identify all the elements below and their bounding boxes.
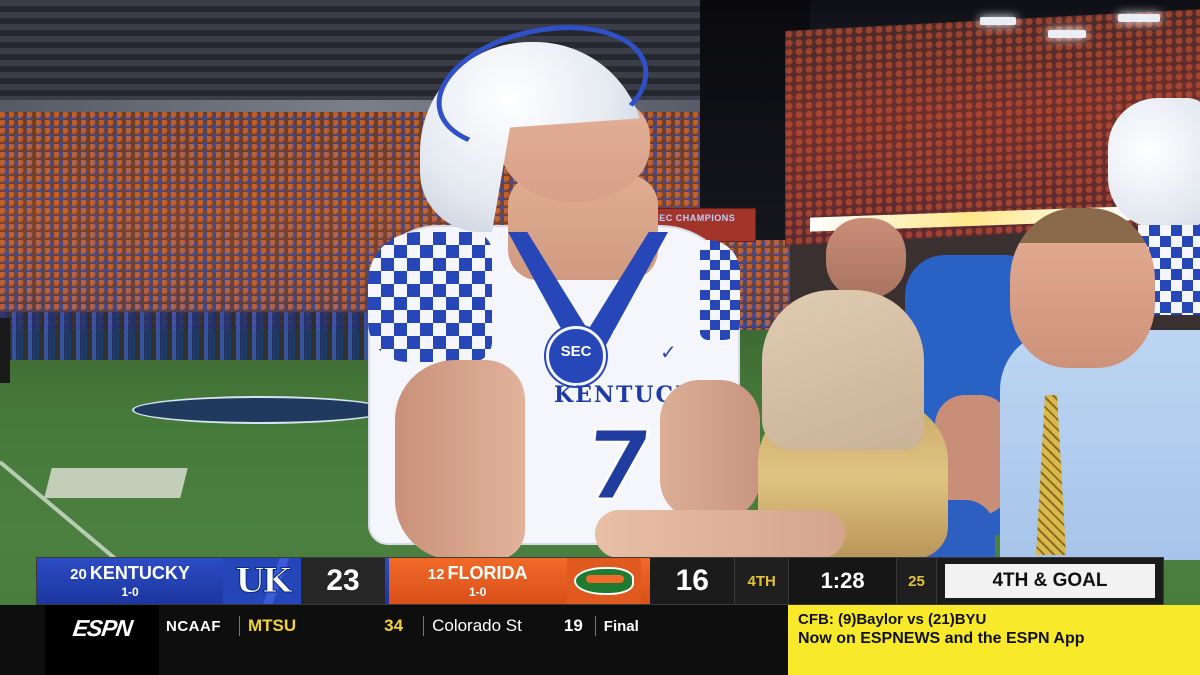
home-team: 12 FLORIDA 1-0 — [388, 558, 651, 604]
home-team-name: FLORIDA — [447, 563, 528, 583]
yard-number — [44, 468, 188, 498]
ticker-status: Final — [603, 617, 639, 635]
staff-head — [826, 218, 906, 298]
home-score: 16 — [650, 558, 735, 604]
player-arm — [660, 380, 760, 520]
teammate-helmet — [1108, 98, 1200, 228]
ticker-league: NCAAF — [166, 617, 221, 635]
away-team-name: KENTUCKY — [89, 563, 190, 583]
network-logo-box: ESPN — [45, 605, 159, 675]
jersey-sleeve — [700, 240, 740, 340]
quarter: 4TH — [734, 558, 789, 604]
home-team-rank: 12 — [427, 566, 445, 583]
play-clock: 25 — [896, 558, 936, 604]
swoosh-icon: ✓ — [660, 342, 677, 364]
sideline-team — [0, 312, 370, 360]
promo-panel: CFB: (9)Baylor vs (21)BYU Now on ESPNEWS… — [788, 605, 1200, 675]
promo-title: CFB: (9)Baylor vs (21)BYU — [798, 611, 987, 628]
gator-icon — [573, 567, 634, 595]
away-team-line: 20 KENTUCKY — [70, 563, 190, 584]
stadium-light — [1118, 14, 1160, 22]
home-team-info: 12 FLORIDA 1-0 — [389, 563, 567, 599]
away-team-rank: 20 — [70, 566, 87, 583]
ticker-team2: Colorado St — [432, 616, 522, 635]
ticker-score1: 34 — [384, 616, 404, 635]
jersey-sleeve — [368, 232, 492, 362]
away-team-info: 20 KENTUCKY 1-0 — [37, 563, 223, 599]
kentucky-logo: UK — [223, 558, 301, 604]
scorebug: 20 KENTUCKY 1-0 UK 23 12 FLORIDA 1-0 16 4T… — [36, 557, 1164, 605]
florida-gator-logo — [566, 558, 641, 604]
jersey-number: 7 — [578, 409, 660, 524]
promo-subtitle: Now on ESPNEWS and the ESPN App — [798, 630, 1085, 647]
ticker-divider — [239, 616, 240, 636]
chest-logo: UK — [612, 328, 638, 348]
home-team-record: 1-0 — [468, 585, 487, 599]
ticker-divider — [594, 616, 596, 636]
midfield-logo — [132, 396, 388, 424]
home-team-line: 12 FLORIDA — [428, 563, 528, 584]
away-team: 20 KENTUCKY 1-0 UK 23 — [37, 558, 389, 604]
stadium-light — [980, 17, 1016, 25]
sideline-person — [0, 318, 10, 383]
away-score: 23 — [301, 558, 385, 604]
down-distance-panel: 4TH & GOAL — [935, 558, 1163, 604]
trainer-hand — [595, 510, 845, 558]
ticker-divider — [423, 616, 425, 636]
game-clock: 1:28 — [788, 558, 897, 604]
ticker-line: NCAAF MTSU 34 Colorado St 19 Final — [166, 611, 639, 641]
down-distance: 4TH & GOAL — [944, 564, 1155, 598]
ticker-team1: MTSU — [248, 616, 297, 635]
espn-logo: ESPN — [70, 615, 134, 641]
away-team-record: 1-0 — [121, 585, 139, 599]
ticker-score2: 19 — [563, 616, 583, 635]
sec-patch: SEC — [546, 326, 606, 386]
player-arm — [395, 360, 525, 560]
stadium-light — [1048, 30, 1086, 38]
staff-head — [1010, 208, 1155, 368]
trainer-cap — [762, 290, 924, 450]
